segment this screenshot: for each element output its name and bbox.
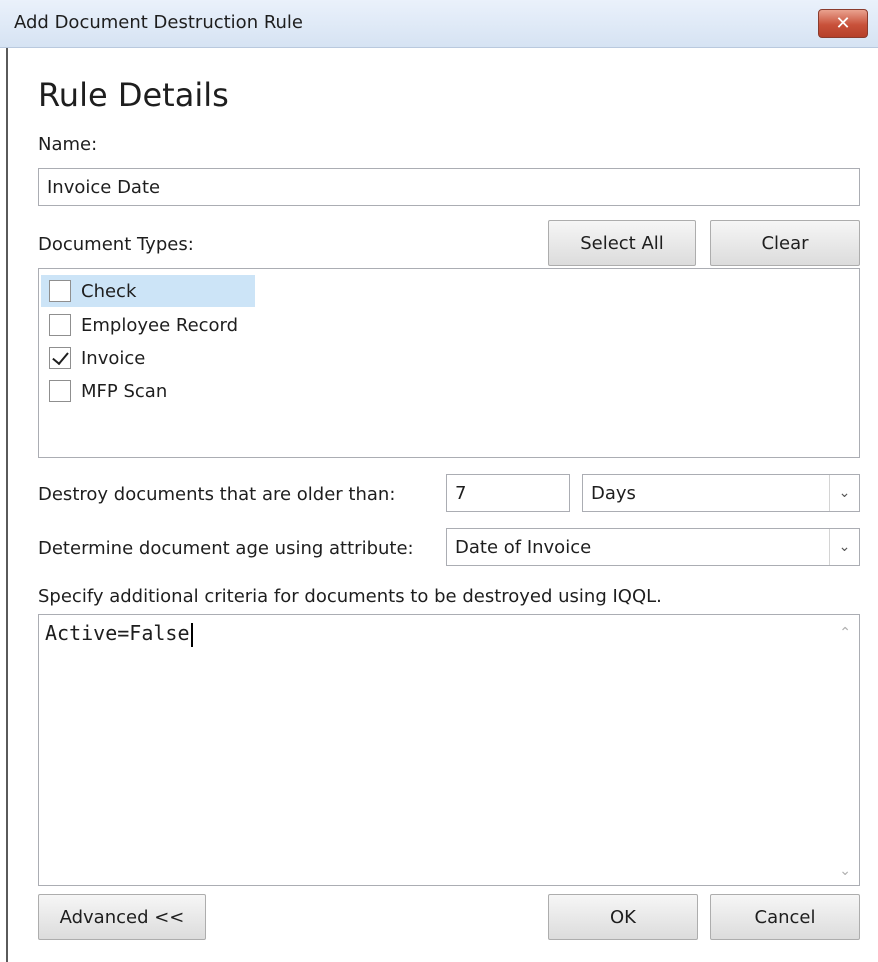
employee-record-checkbox[interactable] <box>49 314 71 336</box>
destroy-older-label: Destroy documents that are older than: <box>38 484 396 505</box>
name-input[interactable] <box>38 168 860 206</box>
document-type-label: MFP Scan <box>81 380 168 402</box>
list-item-invoice[interactable]: Invoice <box>41 342 255 374</box>
cancel-button[interactable]: Cancel <box>710 894 860 940</box>
section-heading: Rule Details <box>38 76 229 114</box>
document-type-label: Check <box>81 280 137 302</box>
criteria-value: Active=False <box>45 621 190 645</box>
name-label: Name: <box>38 134 98 155</box>
document-types-list[interactable]: Check Employee Record Invoice MFP Scan <box>38 268 860 458</box>
scroll-down-icon[interactable]: ⌄ <box>839 863 851 879</box>
window-frame <box>0 48 8 962</box>
chevron-down-icon[interactable]: ⌄ <box>829 475 859 511</box>
close-icon: ✕ <box>835 13 851 34</box>
check-checkbox[interactable] <box>49 280 71 302</box>
criteria-textarea[interactable]: Active=False ⌃ ⌄ <box>38 614 860 886</box>
document-type-label: Employee Record <box>81 314 239 336</box>
age-attribute-label: Determine document age using attribute: <box>38 538 414 559</box>
document-types-label: Document Types: <box>38 234 194 255</box>
age-attribute-select[interactable]: Date of Invoice ⌄ <box>446 528 860 566</box>
select-all-button[interactable]: Select All <box>548 220 696 266</box>
criteria-text: Active=False <box>45 621 193 647</box>
close-button[interactable]: ✕ <box>818 9 868 38</box>
invoice-checkbox[interactable] <box>49 347 71 369</box>
document-type-label: Invoice <box>81 347 146 369</box>
dialog-content: Rule Details Name: Document Types: Selec… <box>8 48 878 962</box>
scroll-up-icon[interactable]: ⌃ <box>839 625 851 641</box>
mfp-scan-checkbox[interactable] <box>49 380 71 402</box>
title-bar: Add Document Destruction Rule ✕ <box>0 0 878 48</box>
window-title: Add Document Destruction Rule <box>14 12 304 33</box>
clear-button[interactable]: Clear <box>710 220 860 266</box>
advanced-button[interactable]: Advanced << <box>38 894 206 940</box>
ok-button[interactable]: OK <box>548 894 698 940</box>
list-item-employee-record[interactable]: Employee Record <box>41 309 255 341</box>
age-attribute-value: Date of Invoice <box>455 537 592 558</box>
list-item-check[interactable]: Check <box>41 275 255 307</box>
criteria-label: Specify additional criteria for document… <box>38 586 662 607</box>
text-caret <box>190 622 193 647</box>
age-unit-select[interactable]: Days ⌄ <box>582 474 860 512</box>
age-value-input[interactable] <box>446 474 570 512</box>
chevron-down-icon[interactable]: ⌄ <box>829 529 859 565</box>
age-unit-value: Days <box>591 483 636 504</box>
list-item-mfp-scan[interactable]: MFP Scan <box>41 375 255 407</box>
